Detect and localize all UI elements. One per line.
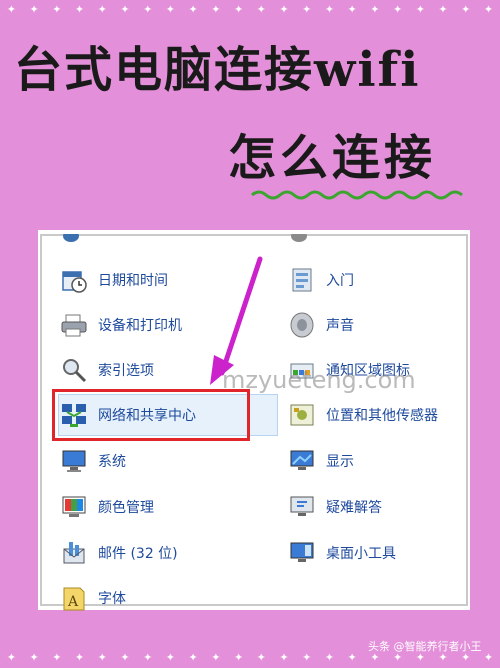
cp-item-troubleshooting[interactable]: 疑难解答	[288, 491, 382, 523]
calendar-clock-icon	[62, 271, 87, 293]
cp-item-label: 声音	[326, 318, 354, 334]
highlight-box	[52, 389, 250, 441]
partial-top-icon	[291, 234, 307, 242]
cp-item-indexing-options[interactable]: 索引选项	[60, 354, 154, 386]
cp-item-label: 疑难解答	[326, 500, 382, 516]
cp-item-label: 入门	[326, 273, 354, 289]
cp-item-color-management[interactable]: 颜色管理	[60, 491, 154, 523]
top-star-border: ✦ ✦ ✦ ✦ ✦ ✦ ✦ ✦ ✦ ✦ ✦ ✦ ✦ ✦ ✦ ✦ ✦ ✦ ✦ ✦ ✦ ✦	[6, 2, 494, 16]
cp-item-date-time[interactable]: 日期和时间	[60, 264, 168, 296]
mail-icon	[63, 542, 85, 564]
cp-item-getting-started[interactable]: 入门	[288, 264, 354, 296]
troubleshoot-icon	[290, 496, 314, 516]
credit-label: 头条 @智能养行者小王	[368, 640, 482, 653]
cp-item-label: 索引选项	[98, 363, 154, 379]
cp-item-label: 字体	[98, 591, 126, 607]
cp-item-label: 邮件 (32 位)	[98, 546, 178, 562]
cp-item-label: 系统	[98, 454, 126, 470]
cp-item-location-sensors[interactable]: 位置和其他传感器	[288, 399, 438, 431]
gadgets-icon	[290, 542, 314, 562]
cp-item-label: 设备和打印机	[98, 318, 182, 334]
cp-item-label: 颜色管理	[98, 500, 154, 516]
cp-item-fonts[interactable]: A 字体	[60, 582, 126, 614]
sensor-icon	[290, 404, 314, 426]
getting-started-icon	[292, 268, 312, 292]
cp-item-system[interactable]: 系统	[60, 445, 126, 477]
display-icon	[290, 450, 314, 470]
cp-item-label: 显示	[326, 454, 354, 470]
svg-text:A: A	[67, 594, 79, 610]
color-management-icon	[62, 496, 86, 517]
cp-item-label: 桌面小工具	[326, 546, 396, 562]
cp-item-desktop-gadgets[interactable]: 桌面小工具	[288, 537, 396, 569]
title-line-2: 怎么连接	[228, 130, 437, 186]
cp-item-label: 日期和时间	[98, 273, 168, 289]
cp-item-mail[interactable]: 邮件 (32 位)	[60, 537, 178, 569]
index-search-icon	[63, 359, 87, 383]
cp-item-label: 位置和其他传感器	[326, 408, 438, 424]
system-icon	[62, 450, 86, 472]
fonts-icon: A	[63, 587, 85, 611]
cp-item-devices-printers[interactable]: 设备和打印机	[60, 309, 182, 341]
printer-icon	[61, 314, 87, 337]
partial-top-icon	[63, 234, 79, 242]
speaker-icon	[290, 312, 314, 338]
title-line-1: 台式电脑连接wifi	[14, 42, 421, 98]
watermark: mzyueteng.com	[222, 366, 416, 394]
wavy-underline	[251, 190, 463, 200]
cp-item-sound[interactable]: 声音	[288, 309, 354, 341]
cp-item-display[interactable]: 显示	[288, 445, 354, 477]
